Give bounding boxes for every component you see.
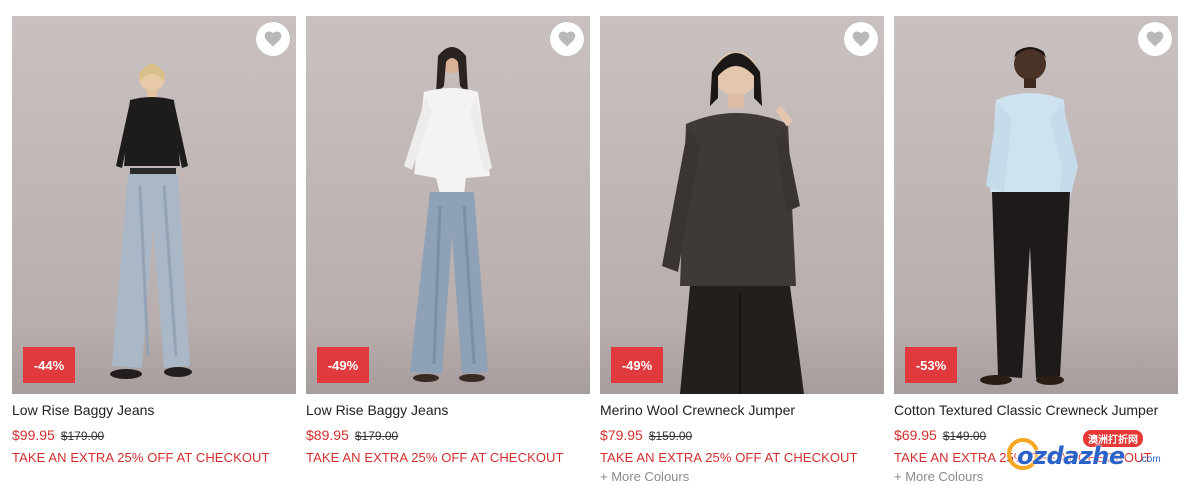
price-row: $89.95 $179.00 xyxy=(306,427,590,444)
original-price: $159.00 xyxy=(648,429,693,443)
discount-badge: -44% xyxy=(23,347,75,383)
product-image[interactable]: -53% xyxy=(894,16,1178,394)
sale-price: $89.95 xyxy=(306,427,349,443)
promo-text: TAKE AN EXTRA 25% OFF AT CHECKOUT xyxy=(600,450,858,465)
product-grid: -44% Low Rise Baggy Jeans $99.95 $179.00 … xyxy=(0,0,1190,485)
sale-price: $69.95 xyxy=(894,427,937,443)
heart-icon xyxy=(558,31,576,47)
heart-icon xyxy=(1146,31,1164,47)
watermark-logo: 澳洲打折网 ozdazhe .com xyxy=(1005,428,1180,478)
product-card[interactable]: -49% Merino Wool Crewneck Jumper $79.95 $… xyxy=(600,16,884,484)
product-image[interactable]: -44% xyxy=(12,16,296,394)
product-card[interactable]: -44% Low Rise Baggy Jeans $99.95 $179.00 … xyxy=(12,16,296,465)
product-card[interactable]: -49% Low Rise Baggy Jeans $89.95 $179.00 … xyxy=(306,16,590,465)
sale-price: $79.95 xyxy=(600,427,643,443)
price-row: $79.95 $159.00 xyxy=(600,427,884,444)
price-row: $99.95 $179.00 xyxy=(12,427,296,444)
product-name[interactable]: Low Rise Baggy Jeans xyxy=(306,402,590,419)
heart-icon xyxy=(264,31,282,47)
promo-text: TAKE AN EXTRA 25% OFF AT CHECKOUT xyxy=(306,450,564,465)
original-price: $179.00 xyxy=(60,429,105,443)
model-figure-jeans xyxy=(110,64,192,379)
wishlist-button[interactable] xyxy=(1138,22,1172,56)
heart-icon xyxy=(852,31,870,47)
watermark-domain: .com xyxy=(1139,454,1161,465)
wishlist-button[interactable] xyxy=(844,22,878,56)
model-figure-jeans xyxy=(404,47,492,382)
product-card[interactable]: -53% Cotton Textured Classic Crewneck Ju… xyxy=(894,16,1178,484)
promo-text: TAKE AN EXTRA 25% OFF AT CHECKOUT xyxy=(12,450,270,465)
product-name[interactable]: Merino Wool Crewneck Jumper xyxy=(600,402,884,419)
original-price: $149.00 xyxy=(942,429,987,443)
wishlist-button[interactable] xyxy=(550,22,584,56)
more-colours-link[interactable]: + More Colours xyxy=(600,469,884,484)
product-image[interactable]: -49% xyxy=(306,16,590,394)
model-figure-jumper xyxy=(980,47,1078,385)
watermark-text: ozdazhe xyxy=(1017,442,1125,470)
product-image[interactable]: -49% xyxy=(600,16,884,394)
model-figure-jumper xyxy=(662,52,804,394)
wishlist-button[interactable] xyxy=(256,22,290,56)
original-price: $179.00 xyxy=(354,429,399,443)
product-name[interactable]: Cotton Textured Classic Crewneck Jumper xyxy=(894,402,1178,419)
discount-badge: -53% xyxy=(905,347,957,383)
discount-badge: -49% xyxy=(317,347,369,383)
sale-price: $99.95 xyxy=(12,427,55,443)
discount-badge: -49% xyxy=(611,347,663,383)
product-name[interactable]: Low Rise Baggy Jeans xyxy=(12,402,296,419)
